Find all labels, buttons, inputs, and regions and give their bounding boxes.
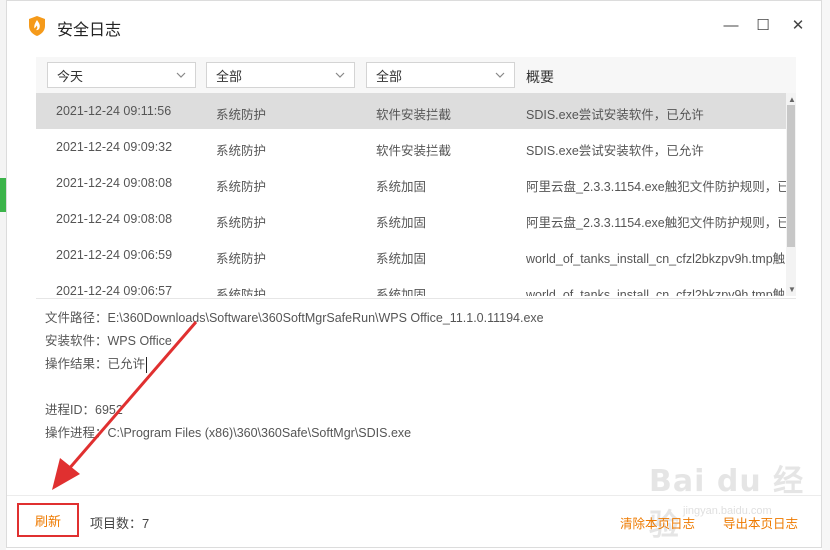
- chevron-down-icon: [495, 72, 505, 78]
- log-row[interactable]: 2021-12-24 09:06:59 系统防护 系统加固 world_of_t…: [36, 237, 787, 273]
- log-action: 软件安装拦截: [376, 108, 452, 122]
- log-row[interactable]: 2021-12-24 09:08:08 系统防护 系统加固 阿里云盘_2.3.3…: [36, 165, 787, 201]
- log-type: 系统防护: [216, 108, 267, 122]
- log-summary: SDIS.exe尝试安装软件，已允许: [526, 144, 704, 158]
- detail-result-line: 操作结果：已允许: [45, 353, 148, 373]
- log-time: 2021-12-24 09:06:57: [56, 284, 173, 296]
- log-row[interactable]: 2021-12-24 09:11:56 系统防护 软件安装拦截 SDIS.exe…: [36, 93, 787, 129]
- log-summary: world_of_tanks_install_cn_cfzl2bkzpv9h.t…: [526, 288, 786, 296]
- log-row[interactable]: 2021-12-24 09:06:57 系统防护 系统加固 world_of_t…: [36, 273, 787, 296]
- filter-bar: 今天 全部 全部 概要: [36, 57, 796, 93]
- chevron-down-icon: [335, 72, 345, 78]
- log-time: 2021-12-24 09:11:56: [56, 104, 172, 118]
- shield-logo-icon: [29, 16, 45, 36]
- type-filter-value: 全部: [216, 68, 243, 84]
- chevron-down-icon: [176, 72, 186, 78]
- log-action: 系统加固: [376, 288, 427, 296]
- action-filter-value: 全部: [376, 68, 403, 84]
- log-row[interactable]: 2021-12-24 09:09:32 系统防护 软件安装拦截 SDIS.exe…: [36, 129, 787, 165]
- log-action: 系统加固: [376, 216, 427, 230]
- log-summary: 阿里云盘_2.3.3.1154.exe触犯文件防护规则，已允: [526, 216, 787, 230]
- time-filter-dropdown[interactable]: 今天: [47, 62, 196, 88]
- log-action: 系统加固: [376, 180, 427, 194]
- log-type: 系统防护: [216, 288, 267, 296]
- detail-pid: 进程ID：6952: [45, 403, 123, 417]
- scroll-down-icon[interactable]: ▼: [788, 285, 796, 294]
- log-type: 系统防护: [216, 252, 267, 266]
- log-summary: world_of_tanks_install_cn_cfzl2bkzpv9h.t…: [526, 252, 786, 266]
- export-page-log-link[interactable]: 导出本页日志: [723, 513, 798, 532]
- action-filter-dropdown[interactable]: 全部: [366, 62, 515, 88]
- log-list-scrollbar[interactable]: ▲ ▼: [786, 93, 796, 296]
- detail-software: 安装软件：WPS Office: [45, 334, 172, 348]
- close-button[interactable]: ✕: [786, 13, 810, 37]
- detail-divider: [36, 298, 796, 299]
- log-row[interactable]: 2021-12-24 09:08:08 系统防护 系统加固 阿里云盘_2.3.3…: [36, 201, 787, 237]
- log-time: 2021-12-24 09:08:08: [56, 176, 173, 190]
- log-action: 软件安装拦截: [376, 144, 452, 158]
- time-filter-value: 今天: [57, 68, 84, 84]
- type-filter-dropdown[interactable]: 全部: [206, 62, 355, 88]
- minimize-button[interactable]: —: [719, 13, 743, 37]
- footer-divider: [7, 495, 821, 496]
- log-action: 系统加固: [376, 252, 427, 266]
- log-type: 系统防护: [216, 144, 267, 158]
- text-cursor: [146, 356, 148, 373]
- scroll-up-icon[interactable]: ▲: [788, 95, 796, 104]
- item-count: 项目数：7: [90, 516, 150, 531]
- summary-column-header: 概要: [526, 69, 554, 85]
- clear-page-log-link[interactable]: 清除本页日志: [620, 513, 695, 532]
- detail-file-path: 文件路径：E:\360Downloads\Software\360SoftMgr…: [45, 311, 544, 325]
- security-log-window: 安全日志 — ☐ ✕ 今天 全部 全部 概要 2021-12-24 09:11:…: [6, 0, 822, 548]
- log-type: 系统防护: [216, 216, 267, 230]
- log-time: 2021-12-24 09:09:32: [56, 140, 173, 154]
- detail-result: 操作结果：已允许: [45, 357, 146, 371]
- background-app-edge-right: [822, 0, 830, 550]
- detail-process: 操作进程：C:\Program Files (x86)\360\360Safe\…: [45, 426, 412, 440]
- log-time: 2021-12-24 09:08:08: [56, 212, 173, 226]
- log-summary: SDIS.exe尝试安装软件，已允许: [526, 108, 704, 122]
- title-bar[interactable]: 安全日志 — ☐ ✕: [7, 1, 821, 51]
- log-type: 系统防护: [216, 180, 267, 194]
- log-time: 2021-12-24 09:06:59: [56, 248, 173, 262]
- scrollbar-thumb[interactable]: [787, 105, 795, 247]
- maximize-button[interactable]: ☐: [751, 13, 775, 37]
- refresh-button[interactable]: 刷新: [17, 503, 79, 537]
- window-title: 安全日志: [57, 22, 122, 39]
- log-summary: 阿里云盘_2.3.3.1154.exe触犯文件防护规则，已允: [526, 180, 787, 194]
- log-list: 2021-12-24 09:11:56 系统防护 软件安装拦截 SDIS.exe…: [36, 93, 796, 296]
